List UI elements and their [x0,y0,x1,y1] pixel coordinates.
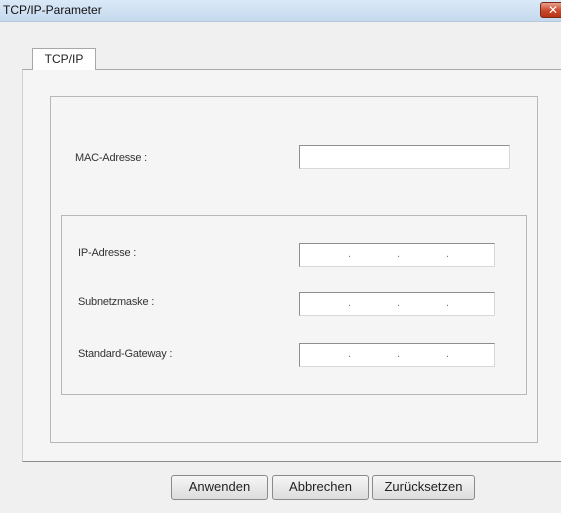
tab-tcp-ip[interactable]: TCP/IP [32,48,96,70]
dialog-window: TCP/IP-Parameter ✕ TCP/IP MAC-Adresse : … [0,0,561,513]
reset-button[interactable]: Zurücksetzen [372,475,475,500]
subnet-mask-label: Subnetzmaske : [78,296,155,308]
ip-address-label: IP-Adresse : [78,247,137,259]
title-bar: TCP/IP-Parameter ✕ [0,0,561,22]
close-button[interactable]: ✕ [540,2,561,18]
apply-button[interactable]: Anwenden [171,475,268,500]
ip-separator: . [397,248,401,260]
default-gateway-label: Standard-Gateway : [78,348,173,360]
subnet-separator: . [348,297,352,309]
gateway-separator: . [348,348,352,360]
subnet-separator: . [397,297,401,309]
gateway-separator: . [446,348,450,360]
close-icon: ✕ [547,3,559,17]
gateway-separator: . [397,348,401,360]
mac-address-field[interactable] [299,145,510,169]
subnet-mask-field[interactable]: . . . [299,292,495,316]
window-title: TCP/IP-Parameter [3,3,102,17]
cancel-button[interactable]: Abbrechen [272,475,369,500]
ip-address-field[interactable]: . . . [299,243,495,267]
default-gateway-field[interactable]: . . . [299,343,495,367]
subnet-separator: . [446,297,450,309]
ip-separator: . [348,248,352,260]
ip-separator: . [446,248,450,260]
mac-address-label: MAC-Adresse : [75,152,147,164]
